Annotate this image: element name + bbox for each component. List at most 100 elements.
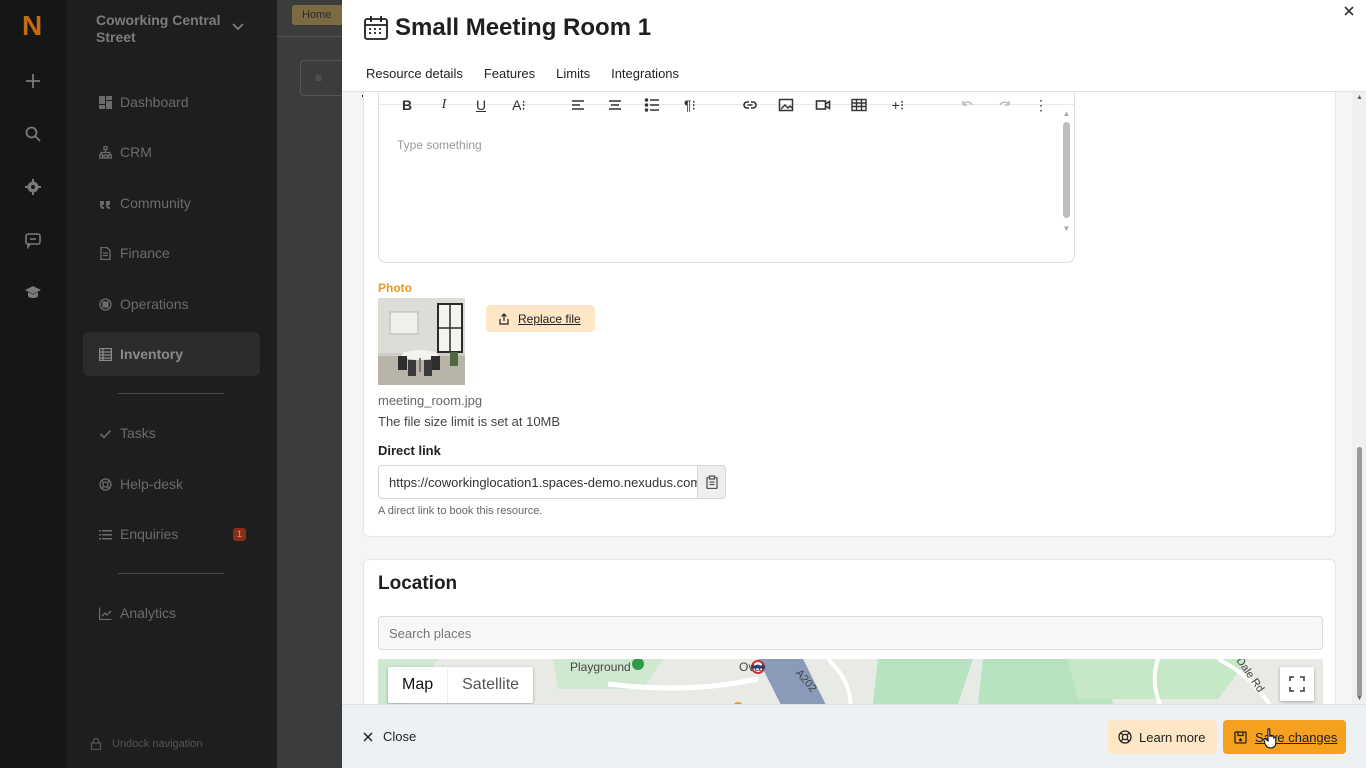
photo-label: Photo [378,281,412,295]
replace-file-button[interactable]: Replace file [486,305,595,332]
table-icon [99,347,112,361]
editor-toolbar: B I U A⁝ ¶⁝ +⁝ ⋮ [379,92,1074,113]
lifebuoy-icon [99,477,112,491]
sidebar-divider [118,573,224,574]
sidebar-item-help-desk[interactable]: Help-desk [83,462,260,506]
location-title: Location [378,573,458,594]
insert-more-icon[interactable]: +⁝ [887,96,909,114]
page-title: Small Meeting Room 1 [395,14,652,41]
video-icon[interactable] [814,96,832,114]
bold-icon[interactable]: B [398,96,416,114]
chart-icon [99,607,112,620]
sidebar-item-community[interactable]: Community [83,181,260,225]
scroll-down-arrow[interactable]: ▼ [1356,695,1363,702]
lifebuoy-icon [1118,730,1132,744]
image-icon[interactable] [777,96,795,114]
learn-more-label: Learn more [1139,729,1206,745]
photo-file-name: meeting_room.jpg [378,393,483,408]
sidebar-item-label: CRM [120,144,152,160]
sidebar-item-inventory[interactable]: Inventory [83,332,260,376]
search-icon[interactable] [21,122,45,146]
scroll-down-arrow[interactable]: ▼ [1062,225,1071,233]
sidebar-item-tasks[interactable]: Tasks [83,411,260,455]
sidebar: Coworking Central Street Dashboard CRM C… [66,0,277,768]
workspace-name[interactable]: Coworking Central Street [96,12,226,46]
save-changes-button[interactable]: Save changes [1223,720,1346,754]
scroll-up-arrow[interactable]: ▲ [1062,110,1071,118]
sidebar-divider [118,393,224,394]
quote-icon [100,200,110,209]
sidebar-item-analytics[interactable]: Analytics [83,591,260,635]
sidebar-item-label: Dashboard [120,94,189,110]
drawer-header: Small Meeting Room 1 Resource details Fe… [342,0,1366,97]
close-label: Close [383,729,417,744]
lock-icon [90,738,102,750]
background-divider [277,36,342,37]
undo-icon[interactable] [959,96,977,114]
list-icon [99,529,112,539]
check-icon [99,429,112,439]
fullscreen-icon[interactable] [1280,667,1314,701]
app-logo[interactable]: N [22,10,42,42]
plus-icon[interactable] [21,69,45,93]
redo-icon[interactable] [995,96,1013,114]
editor-placeholder[interactable]: Type something [397,138,482,152]
sidebar-item-label: Help-desk [120,476,184,492]
graduation-cap-icon[interactable] [21,280,45,304]
map-label: Playground [570,660,631,674]
cpu-icon [99,297,112,311]
sidebar-item-label: Inventory [120,346,184,362]
location-map[interactable]: Playground Oval A202 Dale Rd Map Satelli… [378,659,1323,704]
sidebar-item-finance[interactable]: Finance [83,231,260,275]
search-places-input[interactable]: Search places [378,616,1323,650]
sidebar-item-label: Analytics [120,605,177,621]
undock-navigation[interactable]: Undock navigation [90,738,203,750]
sidebar-item-enquiries[interactable]: Enquiries 1 [83,512,260,556]
dashboard-icon [99,95,112,109]
satellite-tab[interactable]: Satellite [447,667,533,703]
sidebar-item-operations[interactable]: Operations [83,282,260,326]
paragraph-icon[interactable]: ¶⁝ [679,96,701,114]
scroll-up-arrow[interactable]: ▲ [1356,94,1363,101]
org-chart-icon [99,145,112,159]
drawer-content: B I U A⁝ ¶⁝ +⁝ ⋮ Type something ▲ ▼ Phot… [342,92,1352,704]
link-icon[interactable] [741,96,759,114]
italic-icon[interactable]: I [435,96,453,114]
photo-thumbnail [378,298,465,385]
chat-icon[interactable] [21,228,45,252]
mouse-cursor [1263,728,1277,749]
sidebar-item-dashboard[interactable]: Dashboard [83,80,260,124]
filter-icon[interactable]: ≡ [300,60,342,96]
sidebar-item-label: Operations [120,296,189,312]
location-card: Location Search places Playground Oval A… [363,559,1336,704]
breadcrumb-home[interactable]: Home [292,5,342,25]
editor-scrollbar[interactable] [1063,122,1070,218]
ordered-list-icon[interactable] [643,96,661,114]
copy-link-button[interactable] [697,465,726,499]
upload-icon [499,312,509,325]
close-icon[interactable] [1342,4,1356,18]
more-options-icon[interactable]: ⋮ [1032,96,1050,114]
font-size-icon[interactable]: A⁝ [508,96,530,114]
table-insert-icon[interactable] [850,96,868,114]
clipboard-icon [705,475,718,489]
sidebar-item-label: Finance [120,245,170,261]
save-icon [1234,730,1247,744]
underline-icon[interactable]: U [472,96,490,114]
sidebar-item-crm[interactable]: CRM [83,130,260,174]
align-left-icon[interactable] [569,96,587,114]
map-tab[interactable]: Map [388,667,447,703]
scroll-thumb[interactable] [1357,447,1362,697]
close-button[interactable]: Close [362,729,416,744]
sidebar-item-label: Community [120,195,191,211]
direct-link-field[interactable]: https://coworkinglocation1.spaces-demo.n… [378,465,698,499]
chevron-down-icon[interactable] [230,18,246,34]
sidebar-item-label: Enquiries [120,526,179,542]
drawer-scrollbar[interactable]: ▲ ▼ [1352,92,1366,704]
gear-icon[interactable] [21,175,45,199]
drawer-footer: Close Learn more Save changes [342,704,1366,768]
resource-drawer: Small Meeting Room 1 Resource details Fe… [342,0,1366,768]
align-center-icon[interactable] [606,96,624,114]
map-type-control: Map Satellite [388,667,534,703]
learn-more-button[interactable]: Learn more [1108,720,1217,754]
